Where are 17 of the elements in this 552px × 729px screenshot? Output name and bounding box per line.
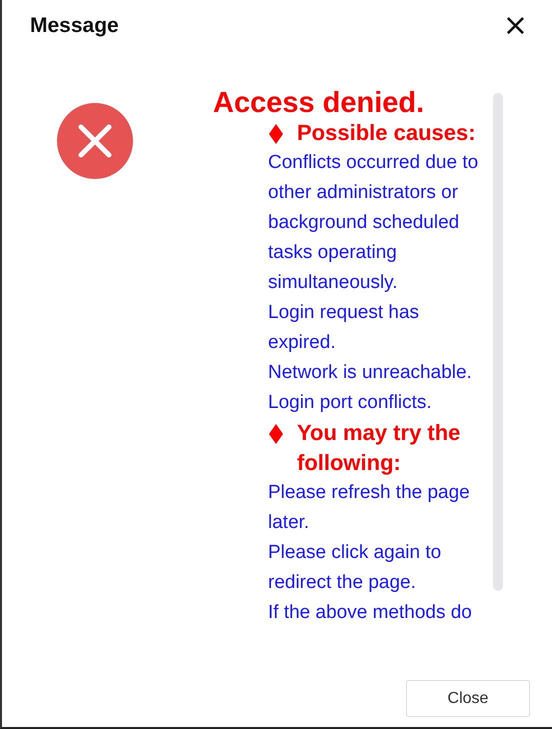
close-button[interactable]: Close [406,680,530,717]
section-heading: You may try the following: [297,419,462,477]
diamond-icon [269,124,283,144]
message-text: Login request has expired. [268,301,420,355]
dialog-title: Message [30,14,119,38]
scrollbar-thumb[interactable] [493,93,503,591]
message-text: If the above methods do [268,601,473,625]
message-text: Please refresh the page later. [268,481,471,535]
message-text: Login port conflicts. [268,391,433,415]
message-text: Network is unreachable. [268,361,473,385]
close-button[interactable]: × [498,12,532,40]
error-title: Access denied. [213,88,426,118]
diamond-icon [269,424,283,444]
message-text: Please click again to redirect the page. [268,541,442,595]
section-heading: Possible causes: [297,119,476,147]
error-icon [57,103,133,179]
message-text: Conflicts occurred due to other administrators or background scheduled tasks operating simultaneously. [268,151,480,295]
